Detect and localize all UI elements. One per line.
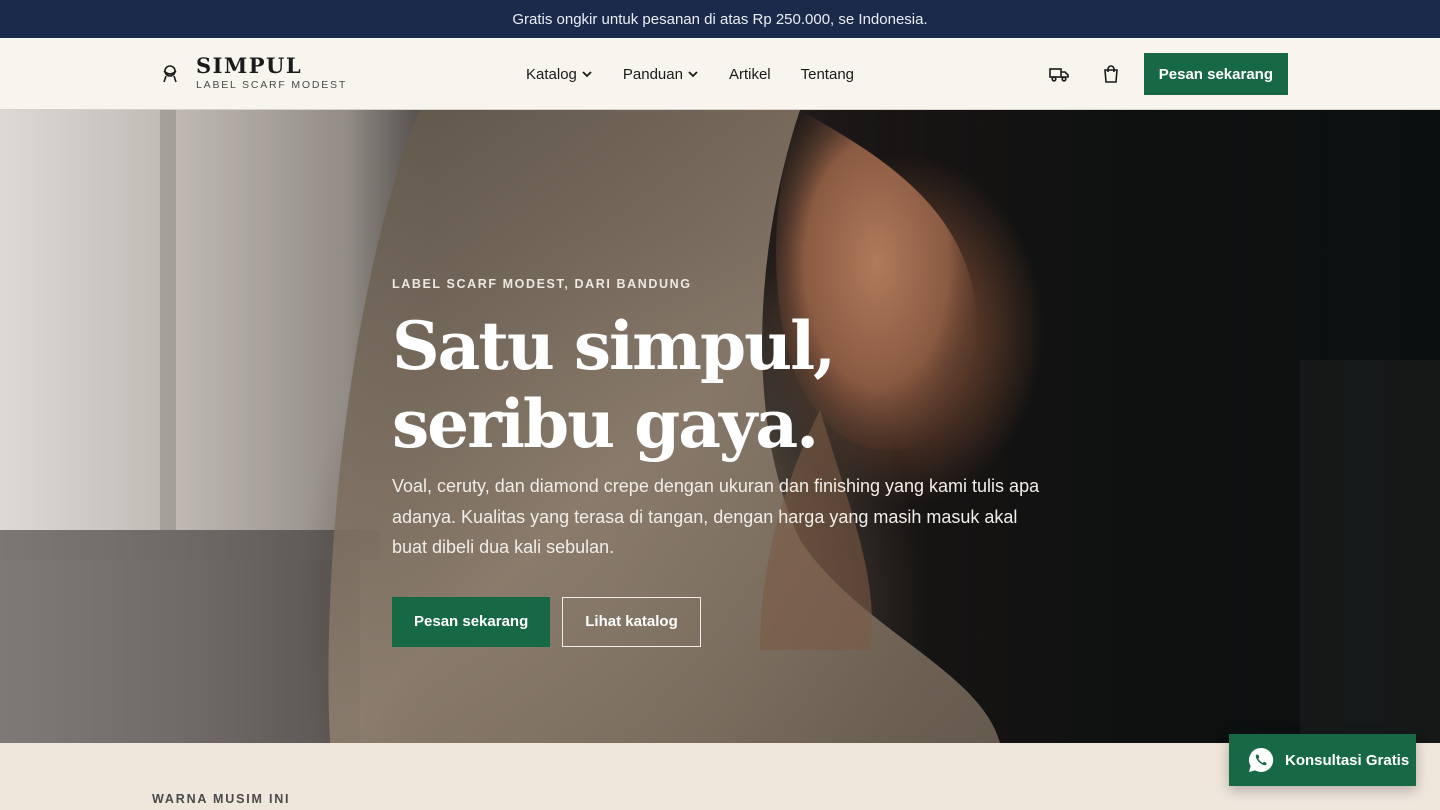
view-catalog-button[interactable]: Lihat katalog [562,596,701,647]
nav-actions: Pesan sekarang [1047,38,1288,110]
truck-icon[interactable] [1047,62,1071,86]
brand-tagline: LABEL SCARF MODEST [196,79,348,91]
hero-description: Voal, ceruty, dan diamond crepe dengan u… [392,476,1040,557]
brand-logo-link[interactable]: SIMPUL LABEL SCARF MODEST [158,54,347,91]
brand-text: SIMPUL LABEL SCARF MODEST [196,53,348,92]
nav-item-label: Katalog [526,65,577,83]
nav-item-label: Artikel [728,65,771,83]
nav-item-katalog[interactable]: Katalog [526,66,593,83]
chevron-down-icon [581,68,593,80]
brand-name: SIMPUL [196,53,303,78]
hero-buttons: Pesan sekarang Lihat katalog [392,596,1052,647]
hero-content: LABEL SCARF MODEST, DARI BANDUNG Satu si… [392,277,1052,647]
hero-headline: Satu simpul, seribu gaya. [392,307,836,463]
announcement-bar: Gratis ongkir untuk pesanan di atas Rp 2… [0,0,1440,38]
main-navbar: SIMPUL LABEL SCARF MODEST Katalog Pandua… [0,38,1440,110]
chevron-down-icon [687,68,699,80]
nav-item-label: Tentang [800,65,855,83]
order-now-button[interactable]: Pesan sekarang [1143,53,1288,95]
announcement-text: Gratis ongkir untuk pesanan di atas Rp 2… [512,10,928,28]
nav-item-panduan[interactable]: Panduan [623,66,699,83]
hero-order-button[interactable]: Pesan sekarang [392,596,551,647]
knot-logo-icon [158,61,182,85]
primary-nav: Katalog Panduan Artikel Tentang [526,38,854,110]
nav-item-tentang[interactable]: Tentang [801,66,854,83]
shopping-bag-icon[interactable] [1099,62,1123,86]
hero-section: LABEL SCARF MODEST, DARI BANDUNG Satu si… [0,110,1440,743]
whatsapp-consult-button[interactable]: Konsultasi Gratis [1229,734,1416,786]
whatsapp-icon [1247,746,1275,774]
whatsapp-label: Konsultasi Gratis [1285,751,1410,769]
hero-eyebrow: LABEL SCARF MODEST, DARI BANDUNG [392,277,692,291]
nav-item-label: Panduan [622,65,683,83]
season-colors-label: WARNA MUSIM INI [152,792,291,806]
nav-item-artikel[interactable]: Artikel [729,66,771,83]
